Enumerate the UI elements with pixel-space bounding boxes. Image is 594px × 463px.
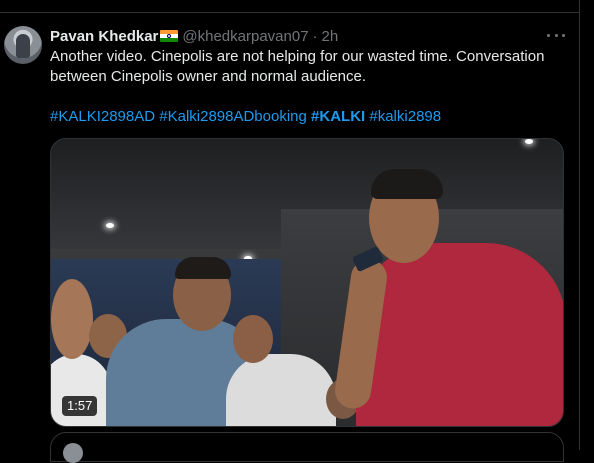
india-flag-icon	[160, 30, 179, 42]
tweet-text: Another video. Cinepolis are not helping…	[50, 47, 570, 87]
ceiling-light	[106, 223, 114, 228]
tweet-timestamp[interactable]: 2h	[322, 28, 339, 45]
video-person	[356, 243, 563, 426]
hashtag-link[interactable]: #KALKI2898AD	[50, 108, 155, 125]
video-person	[51, 354, 111, 426]
video-person-hair	[175, 257, 231, 279]
video-duration-badge: 1:57	[62, 396, 98, 416]
hashtag-row: #KALKI2898AD #Kalki2898ADbooking #KALKI …	[50, 107, 441, 127]
tweet-text-line-2: between Cinepolis owner and normal audie…	[50, 68, 367, 85]
video-person-head	[51, 279, 93, 359]
quoted-tweet-avatar	[63, 443, 83, 463]
video-person	[226, 354, 336, 426]
video-player[interactable]	[50, 138, 564, 427]
ceiling-light	[525, 139, 533, 144]
quoted-tweet-card[interactable]	[50, 432, 564, 463]
avatar-figure	[16, 34, 30, 58]
hashtag-link[interactable]: #Kalki2898ADbooking	[159, 108, 307, 125]
separator-dot: ·	[312, 27, 318, 45]
tweet-text-line-1: Another video. Cinepolis are not helping…	[50, 48, 545, 65]
video-person-hair	[371, 169, 443, 199]
tweet-header: Pavan Khedkar @khedkarpavan07 · 2h	[50, 26, 338, 46]
author-avatar[interactable]	[4, 26, 42, 64]
top-divider	[0, 12, 579, 13]
more-options-icon[interactable]	[547, 27, 565, 43]
video-person-head	[233, 315, 273, 363]
author-display-name[interactable]: Pavan Khedkar	[50, 28, 158, 45]
hashtag-link[interactable]: #kalki2898	[369, 108, 441, 125]
right-gutter	[580, 0, 594, 450]
hashtag-link[interactable]: #KALKI	[311, 108, 365, 125]
author-handle[interactable]: @khedkarpavan07	[182, 28, 308, 45]
